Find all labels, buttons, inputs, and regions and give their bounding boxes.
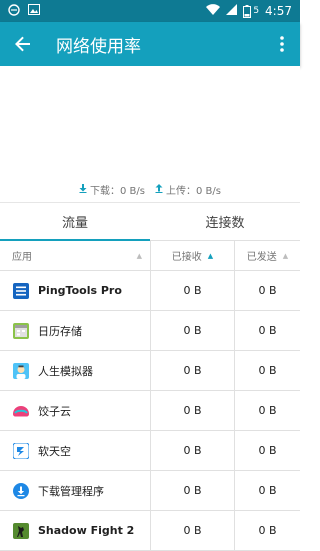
download-speed-text: 下载：0 B/s bbox=[90, 186, 145, 197]
speed-row: 下载：0 B/s 上传：0 B/s bbox=[0, 177, 300, 203]
received-value: 0 B bbox=[150, 511, 234, 550]
shadow-fight-icon bbox=[12, 522, 30, 540]
sort-up-icon: ▲ bbox=[136, 251, 142, 260]
status-left bbox=[8, 3, 40, 19]
table-row[interactable]: 软天空 0 B 0 B bbox=[0, 431, 300, 471]
table-header: 应用 ▲ 已接收 ▲ 已发送 ▲ bbox=[0, 241, 300, 271]
app-name: 下载管理程序 bbox=[38, 484, 104, 498]
app-cell: 软天空 bbox=[0, 431, 150, 470]
app-cell: 人生模拟器 bbox=[0, 351, 150, 390]
table-row[interactable]: Shadow Fight 2 0 B 0 B bbox=[0, 511, 300, 551]
app-cell: Shadow Fight 2 bbox=[0, 511, 150, 550]
sort-up-icon: ▲ bbox=[282, 251, 289, 260]
page-title: 网络使用率 bbox=[56, 36, 141, 57]
sort-active-icon: ▲ bbox=[207, 251, 214, 260]
app-list: PingTools Pro 0 B 0 B 日历存储 0 B 0 B 人生模拟器… bbox=[0, 271, 300, 551]
sent-value: 0 B bbox=[234, 351, 300, 390]
download-arrow-icon bbox=[79, 183, 87, 196]
download-manager-icon bbox=[12, 482, 30, 500]
upload-speed: 上传：0 B/s bbox=[155, 182, 221, 197]
tab-connections[interactable]: 连接数 bbox=[150, 203, 300, 240]
more-vert-icon[interactable] bbox=[274, 31, 290, 57]
sent-value: 0 B bbox=[234, 391, 300, 430]
received-value: 0 B bbox=[150, 471, 234, 510]
header-app-label: 应用 bbox=[12, 252, 32, 263]
table-row[interactable]: 饺子云 0 B 0 B bbox=[0, 391, 300, 431]
received-value: 0 B bbox=[150, 391, 234, 430]
app-name: 饺子云 bbox=[38, 404, 71, 418]
sent-value: 0 B bbox=[234, 311, 300, 350]
tab-bar: 流量 连接数 bbox=[0, 203, 300, 241]
app-cell: PingTools Pro bbox=[0, 271, 150, 310]
received-value: 0 B bbox=[150, 271, 234, 310]
sent-value: 0 B bbox=[234, 471, 300, 510]
battery-icon bbox=[243, 4, 252, 18]
signal-icon bbox=[226, 4, 238, 18]
tab-traffic[interactable]: 流量 bbox=[0, 203, 150, 241]
upload-arrow-icon bbox=[155, 183, 163, 196]
table-row[interactable]: PingTools Pro 0 B 0 B bbox=[0, 271, 300, 311]
table-row[interactable]: 日历存储 0 B 0 B bbox=[0, 311, 300, 351]
image-icon bbox=[28, 4, 40, 18]
header-sent[interactable]: 已发送 ▲ bbox=[234, 241, 300, 270]
header-app[interactable]: 应用 ▲ bbox=[0, 241, 150, 270]
header-received[interactable]: 已接收 ▲ bbox=[150, 241, 234, 270]
wifi-icon bbox=[206, 4, 221, 18]
received-value: 0 B bbox=[150, 311, 234, 350]
app-cell: 饺子云 bbox=[0, 391, 150, 430]
received-value: 0 B bbox=[150, 431, 234, 470]
app-name: Shadow Fight 2 bbox=[38, 524, 135, 537]
app-name: 人生模拟器 bbox=[38, 364, 93, 378]
sent-value: 0 B bbox=[234, 511, 300, 550]
back-arrow-icon[interactable] bbox=[10, 31, 36, 57]
app-cell: 日历存储 bbox=[0, 311, 150, 350]
app-name: 软天空 bbox=[38, 444, 71, 458]
life-simulator-icon bbox=[12, 362, 30, 380]
status-bar: 5 4:57 bbox=[0, 0, 300, 22]
edge-browser-icon bbox=[8, 3, 20, 19]
sent-value: 0 B bbox=[234, 431, 300, 470]
pingtools-icon bbox=[12, 282, 30, 300]
sent-value: 0 B bbox=[234, 271, 300, 310]
table-row[interactable]: 人生模拟器 0 B 0 B bbox=[0, 351, 300, 391]
upload-speed-text: 上传：0 B/s bbox=[166, 186, 221, 197]
header-sent-label: 已发送 bbox=[246, 252, 277, 263]
table-row[interactable]: 下载管理程序 0 B 0 B bbox=[0, 471, 300, 511]
clock: 4:57 bbox=[265, 4, 292, 18]
battery-level-text: 5 bbox=[253, 6, 260, 16]
toolbar: 网络使用率 bbox=[0, 22, 300, 66]
status-right: 5 4:57 bbox=[206, 4, 292, 18]
ruantiankong-icon bbox=[12, 442, 30, 460]
app-cell: 下载管理程序 bbox=[0, 471, 150, 510]
jiaozi-cloud-icon bbox=[12, 402, 30, 420]
received-value: 0 B bbox=[150, 351, 234, 390]
download-speed: 下载：0 B/s bbox=[79, 182, 145, 197]
app-name: 日历存储 bbox=[38, 324, 82, 338]
header-received-label: 已接收 bbox=[171, 252, 202, 263]
usage-graph-area bbox=[0, 66, 300, 177]
app-name: PingTools Pro bbox=[38, 284, 122, 297]
calendar-storage-icon bbox=[12, 322, 30, 340]
